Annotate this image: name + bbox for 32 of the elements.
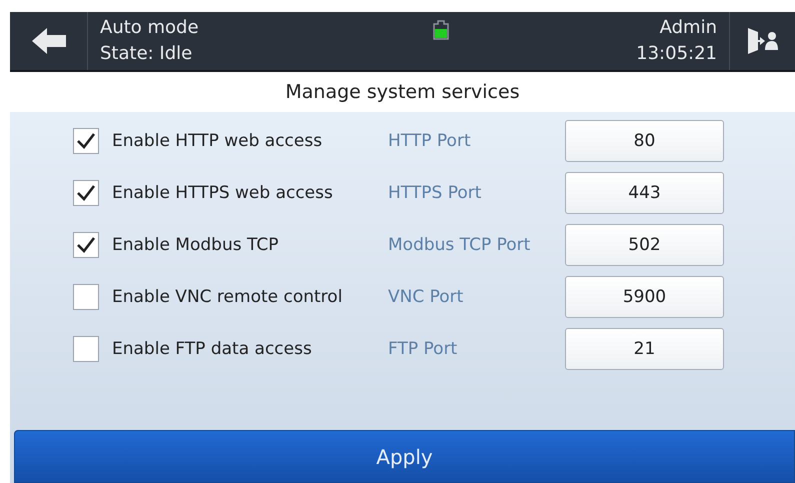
- port-field[interactable]: 5900: [565, 276, 724, 318]
- checkmark-icon: [76, 236, 96, 254]
- port-label: VNC Port: [388, 287, 464, 307]
- service-label: Enable VNC remote control: [112, 287, 344, 307]
- port-label: HTTPS Port: [388, 183, 482, 203]
- port-label: HTTP Port: [388, 131, 472, 151]
- battery-icon: [432, 20, 450, 40]
- checkbox[interactable]: [73, 336, 99, 362]
- user-name: Admin: [660, 16, 717, 40]
- state-text: State: Idle: [100, 42, 194, 66]
- checkbox[interactable]: [73, 232, 99, 258]
- clock-time: 13:05:21: [636, 42, 717, 66]
- page-title: Manage system services: [284, 80, 521, 105]
- checkbox[interactable]: [73, 180, 99, 206]
- back-arrow-icon: [32, 28, 66, 54]
- checkmark-icon: [76, 132, 96, 150]
- service-label: Enable Modbus TCP: [112, 235, 280, 255]
- service-label: Enable HTTPS web access: [112, 183, 334, 203]
- logout-icon: [748, 28, 778, 54]
- mode-text: Auto mode: [100, 16, 200, 40]
- apply-button[interactable]: Apply: [14, 430, 795, 483]
- port-field[interactable]: 80: [565, 120, 724, 162]
- service-label: Enable HTTP web access: [112, 131, 324, 151]
- checkbox[interactable]: [73, 128, 99, 154]
- port-label: FTP Port: [388, 339, 458, 359]
- service-label: Enable FTP data access: [112, 339, 313, 359]
- port-label: Modbus TCP Port: [388, 235, 532, 255]
- port-field[interactable]: 502: [565, 224, 724, 266]
- port-field[interactable]: 443: [565, 172, 724, 214]
- checkmark-icon: [76, 184, 96, 202]
- checkbox[interactable]: [73, 284, 99, 310]
- port-field[interactable]: 21: [565, 328, 724, 370]
